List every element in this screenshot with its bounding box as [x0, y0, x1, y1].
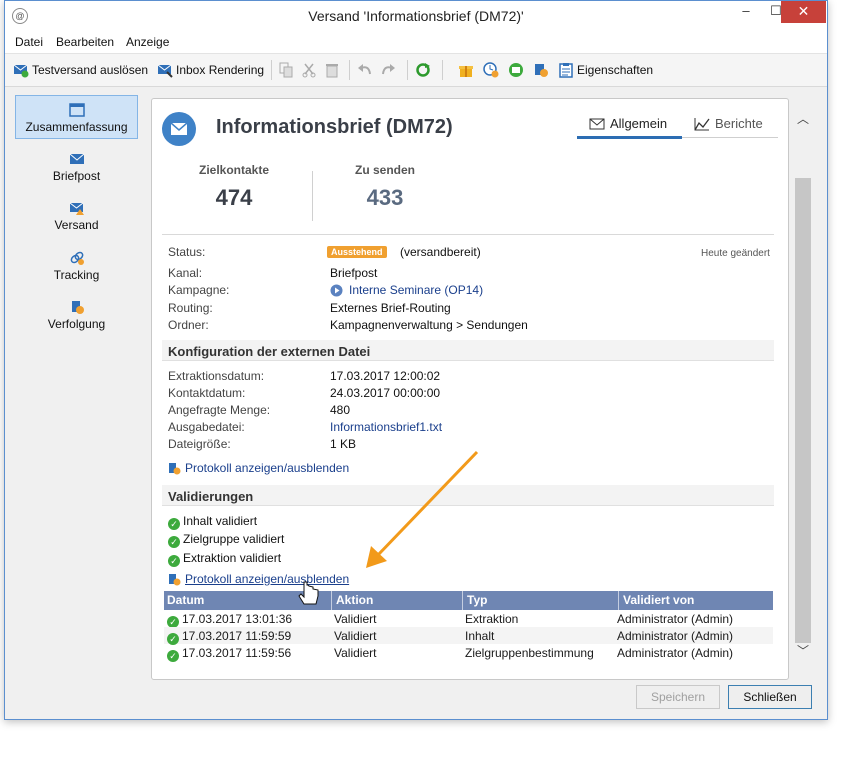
hand-cursor-icon: [298, 581, 319, 605]
